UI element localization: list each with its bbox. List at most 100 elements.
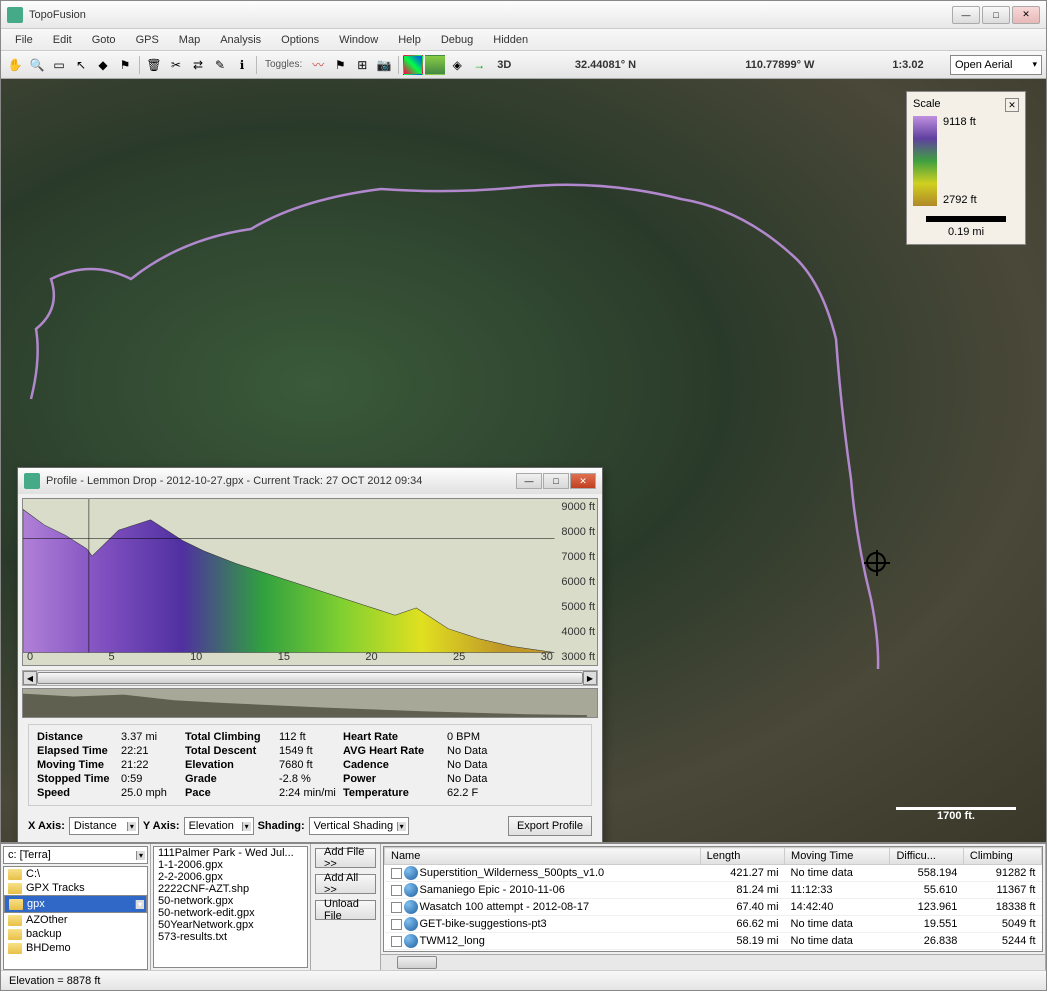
titlebar[interactable]: TopoFusion — □ ✕: [1, 1, 1046, 29]
menu-window[interactable]: Window: [329, 32, 388, 48]
profile-titlebar[interactable]: Profile - Lemmon Drop - 2012-10-27.gpx -…: [18, 468, 602, 494]
table-row[interactable]: Wasatch 100 attempt - 2012-08-1767.40 mi…: [385, 899, 1042, 916]
scroll-left-icon[interactable]: ◀: [23, 671, 37, 685]
file-item[interactable]: 1-1-2006.gpx: [154, 859, 307, 871]
arrow-icon[interactable]: →: [469, 55, 489, 75]
terrain-icon[interactable]: [425, 55, 445, 75]
menu-file[interactable]: File: [5, 32, 43, 48]
scale-panel-close-icon[interactable]: ✕: [1005, 98, 1019, 112]
row-checkbox[interactable]: [391, 936, 402, 947]
elevation-chart[interactable]: 9000 ft8000 ft7000 ft6000 ft5000 ft4000 …: [22, 498, 598, 666]
main-window: TopoFusion — □ ✕ File Edit Goto GPS Map …: [0, 0, 1047, 991]
track-table[interactable]: Name Length Moving Time Difficu... Climb…: [383, 846, 1043, 952]
layer-icon[interactable]: ◈: [447, 55, 467, 75]
col-moving-time[interactable]: Moving Time: [785, 848, 890, 865]
add-all-button[interactable]: Add All >>: [315, 874, 376, 894]
file-item[interactable]: 2222CNF-AZT.shp: [154, 883, 307, 895]
y-axis-select[interactable]: Elevation: [184, 817, 254, 835]
file-item[interactable]: 573-results.txt: [154, 931, 307, 943]
folder-item[interactable]: backup: [4, 927, 147, 941]
overview-chart[interactable]: [22, 688, 598, 718]
3d-button[interactable]: 3D: [491, 59, 517, 71]
hand-tool-icon[interactable]: ✋: [5, 55, 25, 75]
profile-close-button[interactable]: ✕: [570, 473, 596, 489]
menu-goto[interactable]: Goto: [82, 32, 126, 48]
file-item[interactable]: 50YearNetwork.gpx: [154, 919, 307, 931]
file-list[interactable]: 111Palmer Park - Wed Jul...1-1-2006.gpx2…: [153, 846, 308, 968]
menu-hidden[interactable]: Hidden: [483, 32, 538, 48]
minimize-button[interactable]: —: [952, 6, 980, 24]
gradient-icon[interactable]: [403, 55, 423, 75]
map-viewport[interactable]: 1700 ft. Scale ✕ 9118 ft 2792 ft 0.19 mi…: [1, 79, 1046, 842]
add-file-button[interactable]: Add File >>: [315, 848, 376, 868]
col-length[interactable]: Length: [700, 848, 784, 865]
toggle-track-icon[interactable]: 〰: [308, 55, 328, 75]
table-row[interactable]: TWM12_long58.19 miNo time data26.8385244…: [385, 933, 1042, 950]
toggle-waypoint-icon[interactable]: ⚑: [330, 55, 350, 75]
track-scrollbar[interactable]: [381, 954, 1045, 970]
profile-window[interactable]: Profile - Lemmon Drop - 2012-10-27.gpx -…: [17, 467, 603, 842]
profile-maximize-button[interactable]: □: [543, 473, 569, 489]
menu-options[interactable]: Options: [271, 32, 329, 48]
menu-map[interactable]: Map: [169, 32, 210, 48]
scale-max: 9118 ft: [943, 116, 1019, 128]
shading-select[interactable]: Vertical Shading: [309, 817, 409, 835]
export-profile-button[interactable]: Export Profile: [508, 816, 592, 836]
file-item[interactable]: 111Palmer Park - Wed Jul...: [154, 847, 307, 859]
drive-select[interactable]: c: [Terra]: [3, 846, 148, 864]
toggle-grid-icon[interactable]: ⊞: [352, 55, 372, 75]
row-checkbox[interactable]: [391, 885, 402, 896]
marker-icon[interactable]: ◆: [93, 55, 113, 75]
folder-icon: [8, 915, 22, 926]
x-axis-select[interactable]: Distance: [69, 817, 139, 835]
cut-icon[interactable]: ✂: [166, 55, 186, 75]
table-row[interactable]: Superstition_Wilderness_500pts_v1.0421.2…: [385, 865, 1042, 882]
menu-edit[interactable]: Edit: [43, 32, 82, 48]
elevation-scale-panel[interactable]: Scale ✕ 9118 ft 2792 ft 0.19 mi: [906, 91, 1026, 245]
folder-icon: [8, 929, 22, 940]
col-name[interactable]: Name: [385, 848, 701, 865]
col-climbing[interactable]: Climbing: [963, 848, 1041, 865]
folder-item[interactable]: gpx: [4, 895, 147, 913]
map-scale-bar: 1700 ft.: [896, 807, 1016, 822]
latitude-display: 32.44081° N: [519, 59, 691, 71]
folder-item[interactable]: GPX Tracks: [4, 881, 147, 895]
globe-icon: [404, 866, 418, 880]
file-item[interactable]: 2-2-2006.gpx: [154, 871, 307, 883]
layer-dropdown[interactable]: Open Aerial: [950, 55, 1042, 75]
draw-icon[interactable]: ✎: [210, 55, 230, 75]
select-rect-icon[interactable]: ▭: [49, 55, 69, 75]
menu-gps[interactable]: GPS: [126, 32, 169, 48]
zoom-tool-icon[interactable]: 🔍: [27, 55, 47, 75]
toggle-photo-icon[interactable]: 📷: [374, 55, 394, 75]
pointer-icon[interactable]: ↖: [71, 55, 91, 75]
chart-scrollbar[interactable]: ◀ ▶: [22, 670, 598, 686]
folder-item[interactable]: AZOther: [4, 913, 147, 927]
table-row[interactable]: GET-bike-suggestions-pt366.62 miNo time …: [385, 916, 1042, 933]
scroll-thumb[interactable]: [37, 672, 583, 684]
close-button[interactable]: ✕: [1012, 6, 1040, 24]
file-item[interactable]: 50-network-edit.gpx: [154, 907, 307, 919]
row-checkbox[interactable]: [391, 919, 402, 930]
col-difficulty[interactable]: Difficu...: [890, 848, 963, 865]
scale-distance: 0.19 mi: [913, 222, 1019, 238]
row-checkbox[interactable]: [391, 868, 402, 879]
folder-icon: [8, 883, 22, 894]
unload-file-button[interactable]: Unload File: [315, 900, 376, 920]
menu-analysis[interactable]: Analysis: [210, 32, 271, 48]
folder-tree[interactable]: C:\GPX TracksgpxAZOtherbackupBHDemo: [3, 866, 148, 970]
table-row[interactable]: Samaniego Epic - 2010-11-0681.24 mi11:12…: [385, 882, 1042, 899]
maximize-button[interactable]: □: [982, 6, 1010, 24]
info-icon[interactable]: ℹ: [232, 55, 252, 75]
flag-icon[interactable]: ⚑: [115, 55, 135, 75]
folder-item[interactable]: BHDemo: [4, 941, 147, 955]
menu-help[interactable]: Help: [388, 32, 431, 48]
merge-icon[interactable]: ⇄: [188, 55, 208, 75]
delete-icon[interactable]: 🗑: [144, 55, 164, 75]
menu-debug[interactable]: Debug: [431, 32, 483, 48]
row-checkbox[interactable]: [391, 902, 402, 913]
scroll-right-icon[interactable]: ▶: [583, 671, 597, 685]
profile-minimize-button[interactable]: —: [516, 473, 542, 489]
folder-item[interactable]: C:\: [4, 867, 147, 881]
file-item[interactable]: 50-network.gpx: [154, 895, 307, 907]
